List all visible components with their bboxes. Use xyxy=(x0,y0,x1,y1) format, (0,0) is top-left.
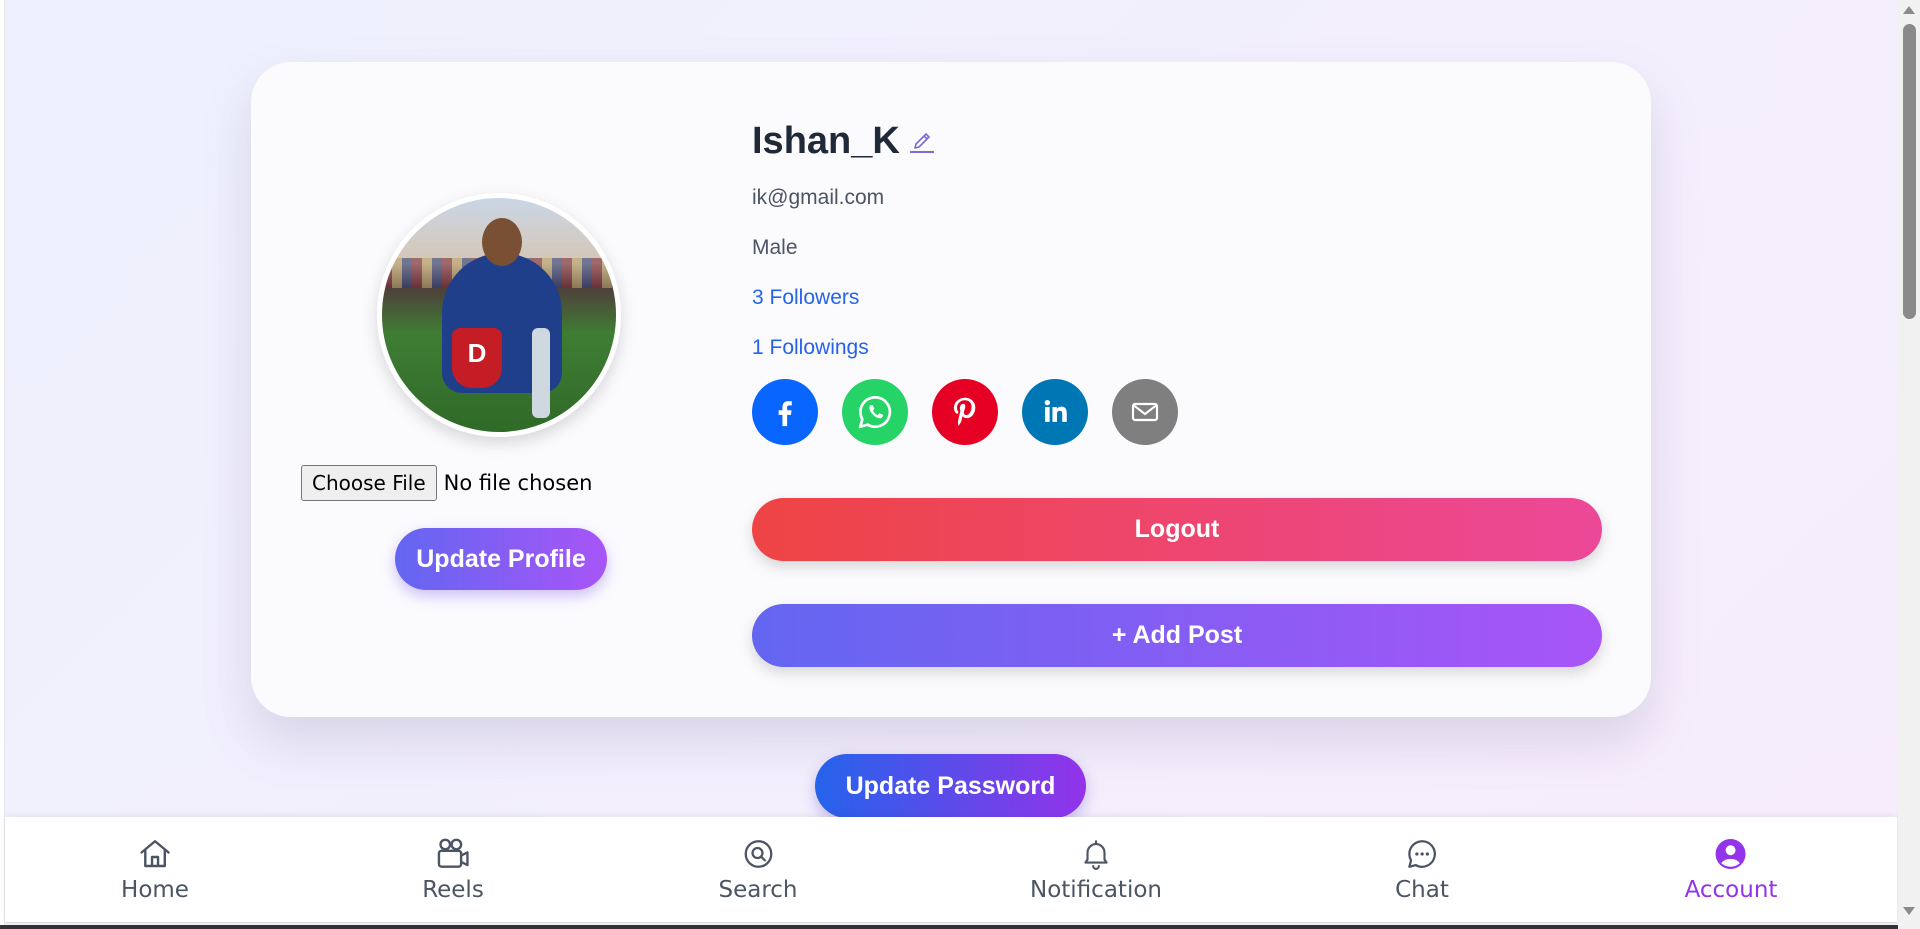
social-share-row xyxy=(752,379,1178,445)
nav-home-label: Home xyxy=(121,877,189,903)
window-left-edge xyxy=(0,0,5,929)
linkedin-icon[interactable] xyxy=(1022,379,1088,445)
scroll-up-arrow-icon[interactable] xyxy=(1903,6,1915,14)
search-icon xyxy=(739,835,777,873)
file-input[interactable]: Choose File No file chosen xyxy=(301,465,592,501)
avatar-trophy-silver xyxy=(532,328,550,418)
profile-info: Ishan_K ik@gmail.com Male 3 Followers 1 … xyxy=(752,114,934,359)
scroll-down-arrow-icon[interactable] xyxy=(1903,907,1915,915)
chat-bubble-icon xyxy=(1403,835,1441,873)
nav-account-label: Account xyxy=(1684,877,1778,903)
nav-notification-label: Notification xyxy=(1030,877,1162,903)
home-icon xyxy=(136,835,174,873)
nav-search[interactable]: Search xyxy=(718,835,798,903)
update-profile-button[interactable]: Update Profile xyxy=(395,528,607,590)
mail-icon[interactable] xyxy=(1112,379,1178,445)
bottom-navigation: Home Reels Search Notification Chat Acco… xyxy=(5,817,1897,923)
profile-card: D Choose File No file chosen Update Prof… xyxy=(251,62,1651,717)
video-camera-icon xyxy=(434,835,472,873)
vertical-scrollbar[interactable] xyxy=(1898,0,1920,929)
nav-account[interactable]: Account xyxy=(1684,835,1778,903)
nav-home[interactable]: Home xyxy=(121,835,189,903)
gender-text: Male xyxy=(752,236,798,259)
window-bottom-border xyxy=(0,925,1898,929)
nav-chat[interactable]: Chat xyxy=(1395,835,1449,903)
nav-chat-label: Chat xyxy=(1395,877,1449,903)
profile-avatar: D xyxy=(377,193,621,437)
whatsapp-icon[interactable] xyxy=(842,379,908,445)
nav-notification[interactable]: Notification xyxy=(1030,835,1162,903)
followings-link[interactable]: 1 Followings xyxy=(752,336,869,360)
nav-search-label: Search xyxy=(718,877,798,903)
scroll-thumb[interactable] xyxy=(1903,24,1916,319)
file-status: No file chosen xyxy=(443,471,593,495)
avatar-head xyxy=(482,218,522,266)
username-row: Ishan_K xyxy=(752,114,934,168)
pencil-svg xyxy=(914,133,930,149)
add-post-button[interactable]: + Add Post xyxy=(752,604,1602,667)
logout-button[interactable]: Logout xyxy=(752,498,1602,561)
bell-icon xyxy=(1077,835,1115,873)
nav-reels-label: Reels xyxy=(422,877,484,903)
facebook-icon[interactable] xyxy=(752,379,818,445)
choose-file-button[interactable]: Choose File xyxy=(301,465,437,501)
nav-reels[interactable]: Reels xyxy=(422,835,484,903)
update-password-button[interactable]: Update Password xyxy=(815,754,1086,818)
followers-link[interactable]: 3 Followers xyxy=(752,286,859,310)
email-text: ik@gmail.com xyxy=(752,186,885,209)
avatar-trophy: D xyxy=(452,328,502,388)
username: Ishan_K xyxy=(752,119,900,162)
edit-pencil-icon[interactable] xyxy=(909,129,934,153)
pinterest-icon[interactable] xyxy=(932,379,998,445)
account-icon xyxy=(1712,835,1750,873)
